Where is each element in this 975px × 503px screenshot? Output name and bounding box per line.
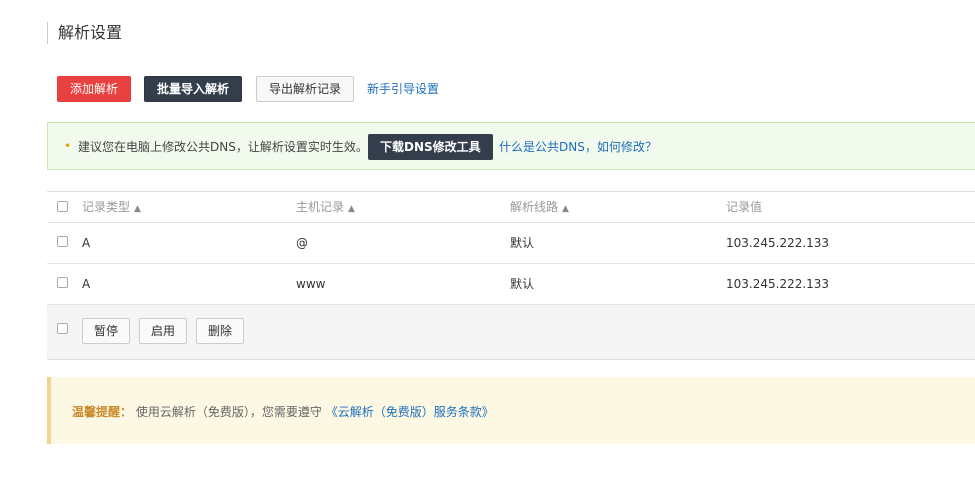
record-host: @ [296,236,308,250]
row-checkbox[interactable] [57,236,68,247]
record-type: A [82,277,91,291]
enable-button[interactable]: 启用 [139,318,188,344]
terms-link[interactable]: 《云解析（免费版）服务条款》 [326,405,494,419]
bulk-select-checkbox[interactable] [57,323,68,334]
batch-import-button[interactable]: 批量导入解析 [144,76,242,102]
record-line: 默认 [510,236,535,250]
guide-settings-link[interactable]: 新手引导设置 [367,80,439,97]
select-all-checkbox[interactable] [57,201,68,212]
record-line: 默认 [510,277,535,291]
row-checkbox[interactable] [57,277,68,288]
pause-button[interactable]: 暂停 [82,318,131,344]
record-value: 103.245.222.133 [726,277,830,291]
public-dns-help-link[interactable]: 什么是公共DNS，如何修改？ [499,138,657,155]
record-host: www [296,277,326,291]
dns-tip-banner: • 建议您在电脑上修改公共DNS，让解析设置实时生效。 下载DNS修改工具 什么… [47,122,975,170]
notice-banner: 温馨提醒： 使用云解析（免费版），您需要遵守 《云解析（免费版）服务条款》 [47,377,975,444]
record-type: A [82,236,91,250]
sort-up-icon: ▲ [134,204,141,214]
bulk-actions-bar: 暂停 启用 删除 [47,305,975,360]
table-row[interactable]: A @ 默认 103.245.222.133 [47,223,975,264]
column-header-line[interactable]: 解析线路 ▲ [510,192,569,224]
export-records-button[interactable]: 导出解析记录 [256,76,354,102]
column-header-type[interactable]: 记录类型 ▲ [82,192,141,224]
sort-up-icon: ▲ [562,204,569,214]
record-value: 103.245.222.133 [726,236,830,250]
bullet-icon: • [64,139,72,153]
notice-label: 温馨提醒： [72,405,133,419]
column-header-host[interactable]: 主机记录 ▲ [296,192,355,224]
table-row[interactable]: A www 默认 103.245.222.133 [47,264,975,305]
add-record-button[interactable]: 添加解析 [57,76,131,102]
table-header: 记录类型 ▲ 主机记录 ▲ 解析线路 ▲ 记录值 [47,192,975,223]
download-dns-tool-button[interactable]: 下载DNS修改工具 [368,134,493,160]
tip-text: 建议您在电脑上修改公共DNS，让解析设置实时生效。 [78,140,368,154]
notice-text: 使用云解析（免费版），您需要遵守 [135,405,322,419]
column-header-value: 记录值 [726,200,763,214]
page-title: 解析设置 [47,22,122,44]
records-table: 记录类型 ▲ 主机记录 ▲ 解析线路 ▲ 记录值 A @ 默认 103.245.222… [47,191,975,305]
sort-up-icon: ▲ [348,204,355,214]
delete-button[interactable]: 删除 [196,318,245,344]
